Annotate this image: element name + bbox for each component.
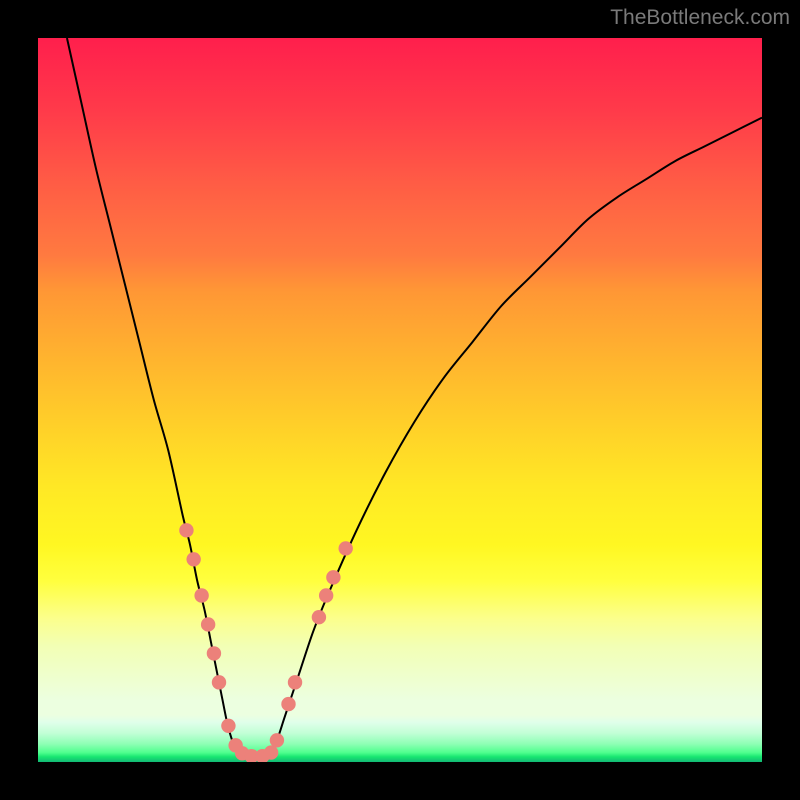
curve-right-curve [270,118,762,755]
data-marker [326,570,340,584]
marker-group [179,523,353,762]
data-marker [312,610,326,624]
chart-svg [38,38,762,762]
data-marker [221,719,235,733]
chart-frame: TheBottleneck.com [0,0,800,800]
data-marker [194,588,208,602]
data-marker [186,552,200,566]
data-marker [179,523,193,537]
data-marker [339,541,353,555]
data-marker [281,697,295,711]
data-marker [201,617,215,631]
data-marker [288,675,302,689]
data-marker [270,733,284,747]
data-marker [319,588,333,602]
plot-area [38,38,762,762]
data-marker [212,675,226,689]
data-marker [207,646,221,660]
data-marker [264,745,278,759]
curve-group [67,38,762,756]
watermark-text: TheBottleneck.com [610,6,790,30]
